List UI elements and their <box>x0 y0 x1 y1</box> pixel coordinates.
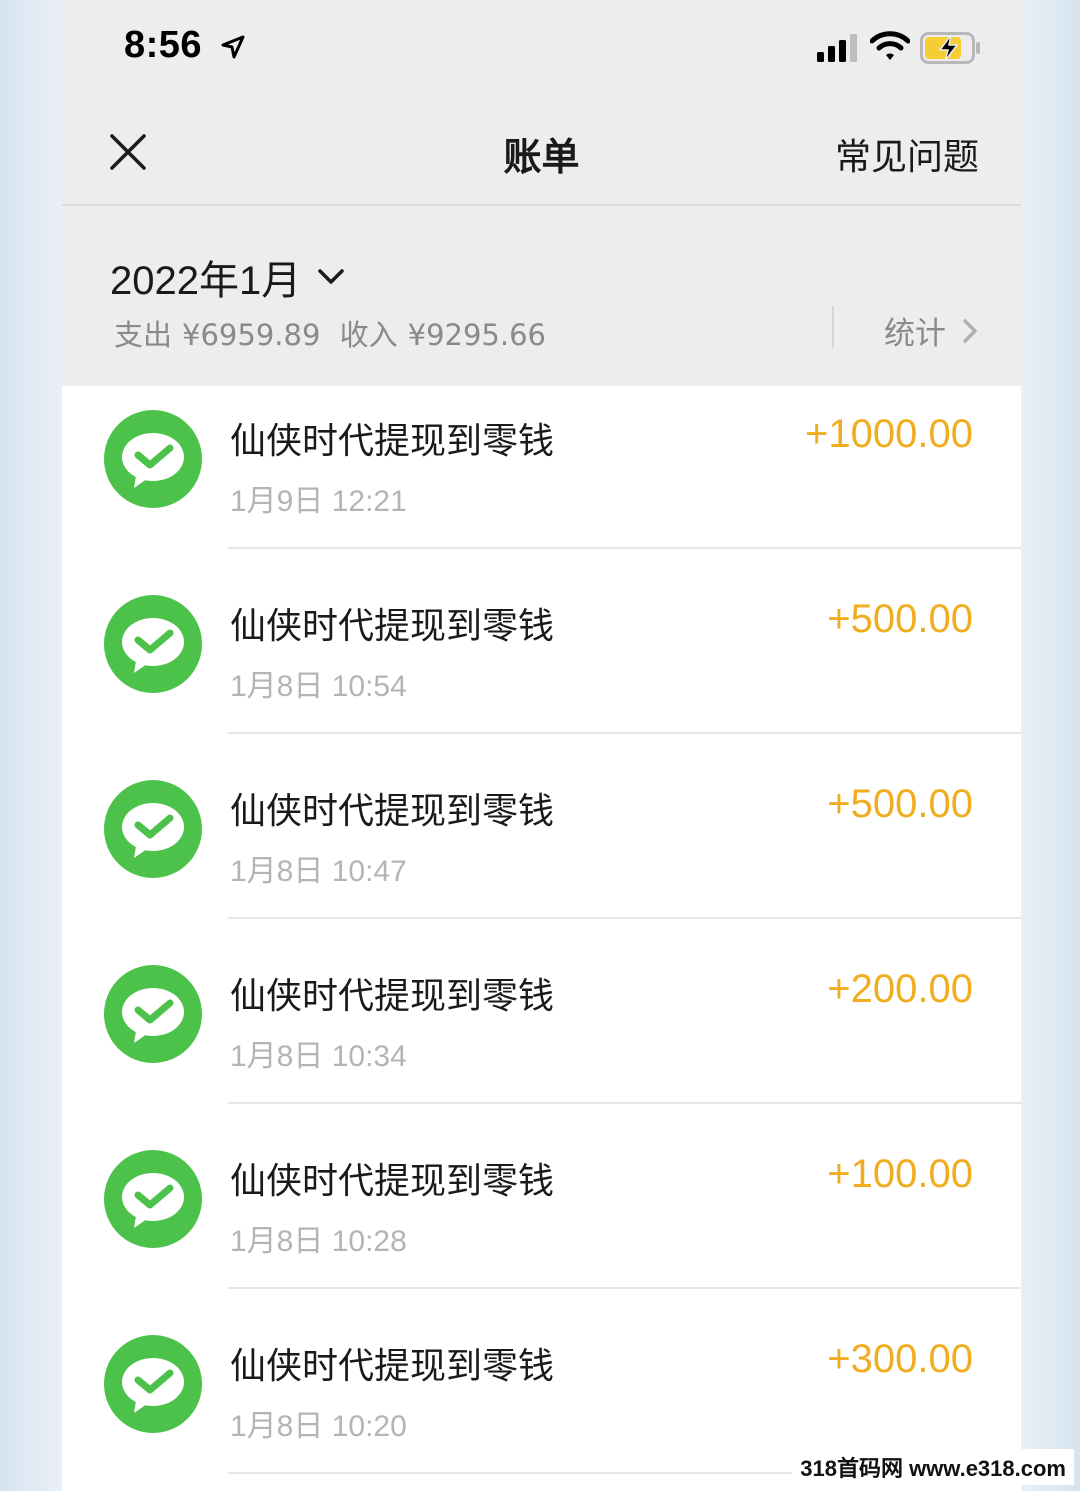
transaction-time: 1月9日 12:21 <box>230 485 407 518</box>
transaction-row[interactable]: 仙侠时代提现到零钱 1月8日 10:54 +500.00 <box>62 549 1021 734</box>
transaction-time: 1月8日 10:20 <box>230 1410 407 1443</box>
nav-bar: 账单 常见问题 <box>62 96 1021 206</box>
wechat-pay-icon <box>104 1150 202 1248</box>
transaction-amount: +200.00 <box>827 967 973 1011</box>
month-label: 2022年1月 <box>110 259 302 303</box>
expense-value: ¥6959.89 <box>182 318 321 352</box>
stats-label: 统计 <box>884 316 946 352</box>
status-bar: 8:56 <box>62 0 1021 96</box>
transaction-time: 1月8日 10:54 <box>230 670 407 703</box>
cellular-signal-icon <box>817 34 857 62</box>
wechat-pay-icon <box>104 780 202 878</box>
stats-divider <box>832 306 834 348</box>
month-summary: 2022年1月 支出 ¥6959.89 收入 ¥9295.66 统计 <box>62 206 1021 386</box>
battery-charging-icon <box>920 32 980 64</box>
transaction-list: 仙侠时代提现到零钱 1月9日 12:21 +1000.00 仙侠时代提现到零钱 1月8日… <box>62 386 1021 1491</box>
transaction-time: 1月8日 10:47 <box>230 855 407 888</box>
transaction-title: 仙侠时代提现到零钱 <box>230 976 555 1017</box>
transaction-row[interactable]: 仙侠时代提现到零钱 1月8日 10:20 +300.00 <box>62 1289 1021 1474</box>
transaction-title: 仙侠时代提现到零钱 <box>230 606 555 647</box>
watermark: 318首码网 www.e318.com <box>792 1449 1074 1485</box>
wechat-pay-icon <box>104 1335 202 1433</box>
transaction-title: 仙侠时代提现到零钱 <box>230 791 555 832</box>
transaction-row[interactable]: 仙侠时代提现到零钱 1月9日 12:21 +1000.00 <box>62 364 1021 549</box>
chevron-right-icon <box>963 318 977 343</box>
wifi-icon <box>870 31 910 60</box>
expense-label: 支出 <box>114 318 173 352</box>
transaction-row[interactable]: 仙侠时代提现到零钱 1月8日 10:28 +100.00 <box>62 1104 1021 1289</box>
transaction-amount: +100.00 <box>827 1152 973 1196</box>
transaction-amount: +500.00 <box>827 782 973 826</box>
income-value: ¥9295.66 <box>407 318 546 352</box>
income-label: 收入 <box>339 318 398 352</box>
wechat-pay-icon <box>104 595 202 693</box>
totals-line: 支出 ¥6959.89 收入 ¥9295.66 <box>114 312 556 354</box>
transaction-time: 1月8日 10:34 <box>230 1040 407 1073</box>
wechat-pay-icon <box>104 410 202 508</box>
faq-button[interactable]: 常见问题 <box>835 128 979 180</box>
transaction-time: 1月8日 10:28 <box>230 1225 407 1258</box>
transaction-amount: +1000.00 <box>805 412 973 456</box>
transaction-amount: +300.00 <box>827 1337 973 1381</box>
transaction-title: 仙侠时代提现到零钱 <box>230 1346 555 1387</box>
transaction-title: 仙侠时代提现到零钱 <box>230 421 555 462</box>
month-selector[interactable]: 2022年1月 <box>110 248 345 306</box>
transaction-row[interactable]: 仙侠时代提现到零钱 1月8日 10:47 +500.00 <box>62 734 1021 919</box>
stats-button[interactable]: 统计 <box>884 308 978 353</box>
transaction-amount: +500.00 <box>827 597 973 641</box>
transaction-row[interactable]: 仙侠时代提现到零钱 1月8日 10:34 +200.00 <box>62 919 1021 1104</box>
location-arrow-icon <box>221 35 245 59</box>
status-time: 8:56 <box>124 24 203 66</box>
transaction-title: 仙侠时代提现到零钱 <box>230 1161 555 1202</box>
chevron-down-icon <box>318 269 344 284</box>
phone-screen: 8:56 账单 常见问题 2022年1月 支出 ¥6959.89 收入 ¥929… <box>62 0 1021 1491</box>
wechat-pay-icon <box>104 965 202 1063</box>
